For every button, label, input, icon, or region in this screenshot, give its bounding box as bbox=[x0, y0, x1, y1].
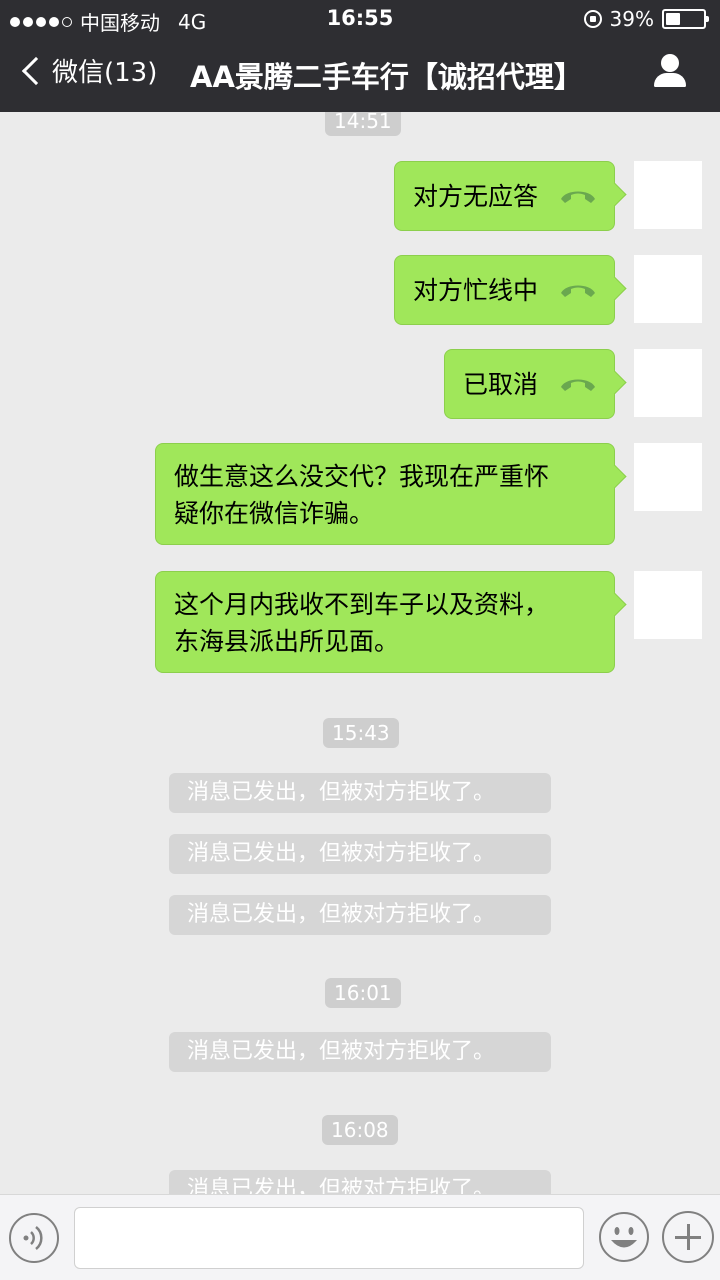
phone-hangup-icon bbox=[561, 285, 595, 297]
back-label: 微信(13) bbox=[52, 58, 158, 88]
my-avatar[interactable] bbox=[634, 255, 702, 323]
orientation-lock-icon bbox=[583, 10, 602, 28]
input-bar bbox=[0, 1194, 720, 1280]
call-record-bubble[interactable]: 对方无应答 bbox=[393, 161, 615, 231]
call-status-label: 对方忙线中 bbox=[412, 275, 538, 305]
back-button[interactable]: 微信(13) bbox=[18, 52, 157, 89]
timestamp: 16:08 bbox=[322, 1115, 398, 1145]
message-bubble[interactable]: 这个月内我收不到车子以及资料， 东海县派出所见面。 bbox=[155, 571, 615, 673]
message-bubble[interactable]: 做生意这么没交代？我现在严重怀 疑你在微信诈骗。 bbox=[155, 443, 615, 545]
status-bar: 中国移动 4G 16:55 39% bbox=[0, 0, 720, 36]
chat-area[interactable]: 14:51 对方无应答 对方忙线中 已取消 做生意这么没交代？我现在严重怀 疑你… bbox=[0, 112, 720, 1194]
nav-bar: 微信(13) AA景腾二手车行【诚招代理】 bbox=[0, 36, 720, 112]
message-input[interactable] bbox=[74, 1207, 584, 1269]
my-avatar[interactable] bbox=[634, 571, 702, 639]
more-plus-button[interactable] bbox=[662, 1211, 714, 1263]
chat-info-person-icon[interactable] bbox=[652, 54, 688, 92]
system-notice: 消息已发出，但被对方拒收了。 bbox=[169, 1170, 551, 1194]
system-notice: 消息已发出，但被对方拒收了。 bbox=[169, 773, 551, 813]
timestamp: 16:01 bbox=[325, 978, 401, 1008]
chat-title: AA景腾二手车行【诚招代理】 bbox=[190, 60, 583, 94]
phone-hangup-icon bbox=[561, 191, 595, 203]
system-notice: 消息已发出，但被对方拒收了。 bbox=[169, 834, 551, 874]
call-status-label: 已取消 bbox=[462, 369, 538, 399]
battery-fill bbox=[666, 13, 680, 25]
call-record-bubble[interactable]: 对方忙线中 bbox=[393, 255, 615, 325]
voice-icon bbox=[23, 1226, 43, 1250]
emoji-icon bbox=[599, 1212, 649, 1262]
emoji-button[interactable] bbox=[598, 1211, 650, 1263]
battery-icon bbox=[662, 9, 709, 29]
message-line: 东海县派出所见面。 bbox=[174, 627, 400, 656]
my-avatar[interactable] bbox=[634, 161, 702, 229]
phone-hangup-icon bbox=[561, 379, 595, 391]
voice-button[interactable] bbox=[9, 1213, 59, 1263]
message-line: 做生意这么没交代？我现在严重怀 bbox=[174, 462, 550, 491]
timestamp: 15:43 bbox=[323, 718, 399, 748]
system-notice: 消息已发出，但被对方拒收了。 bbox=[169, 1032, 551, 1072]
message-line: 这个月内我收不到车子以及资料， bbox=[174, 590, 550, 619]
call-status-label: 对方无应答 bbox=[412, 181, 538, 211]
battery-percent: 39% bbox=[609, 7, 654, 31]
message-line: 疑你在微信诈骗。 bbox=[174, 499, 375, 528]
timestamp: 14:51 bbox=[325, 112, 401, 136]
call-record-bubble[interactable]: 已取消 bbox=[443, 349, 615, 419]
my-avatar[interactable] bbox=[634, 443, 702, 511]
chevron-left-icon bbox=[21, 56, 51, 85]
my-avatar[interactable] bbox=[634, 349, 702, 417]
system-notice: 消息已发出，但被对方拒收了。 bbox=[169, 895, 551, 935]
